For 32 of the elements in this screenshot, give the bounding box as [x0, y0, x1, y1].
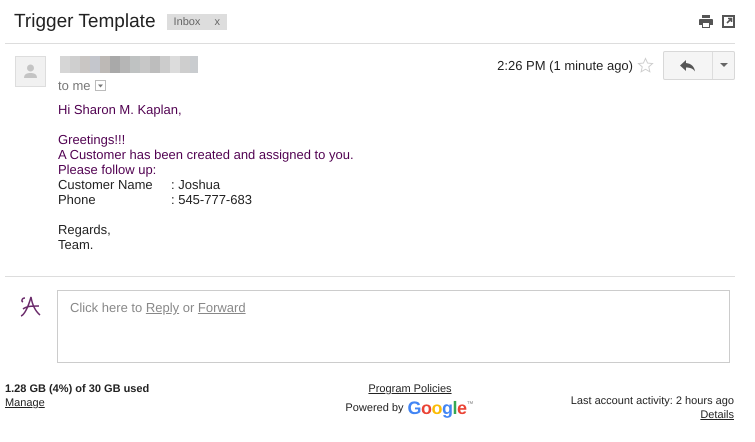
reply-field[interactable]: Click here to Reply or Forward — [57, 290, 730, 363]
reply-arrow-icon — [680, 60, 696, 72]
label-text: Inbox — [174, 16, 200, 28]
details-dropdown-icon[interactable] — [94, 80, 106, 91]
forward-link[interactable]: Forward — [198, 300, 246, 315]
message-time: 2:26 PM (1 minute ago) — [497, 58, 633, 73]
body-line: Please follow up: — [58, 162, 156, 177]
program-policies-link[interactable]: Program Policies — [368, 383, 452, 395]
caret-icon — [720, 63, 728, 68]
avatar-icon — [15, 56, 46, 87]
manage-link[interactable]: Manage — [5, 397, 45, 409]
reply-prompt: Click here to Reply or Forward — [70, 300, 246, 315]
new-window-icon[interactable] — [722, 15, 735, 28]
print-icon[interactable] — [699, 15, 713, 28]
account-activity: Last account activity: 2 hours ago — [570, 395, 734, 407]
star-icon[interactable] — [637, 57, 654, 74]
field-value: : 545-777-683 — [171, 192, 252, 207]
body-line: Team. — [58, 237, 94, 252]
recipient-text: to me — [58, 78, 91, 93]
body-line: Regards, — [58, 222, 111, 237]
body-line: Hi Sharon M. Kaplan, — [58, 102, 182, 117]
email-subject: Trigger Template — [14, 10, 156, 32]
details-link[interactable]: Details — [700, 409, 734, 421]
body-line: A Customer has been created and assigned to you. — [58, 147, 354, 162]
reply-link[interactable]: Reply — [146, 300, 180, 315]
storage-usage: 1.28 GB (4%) of 30 GB used — [5, 383, 150, 395]
field-label: Phone — [58, 192, 97, 207]
body-line: Greetings!!! — [58, 132, 126, 147]
field-value: : Joshua — [171, 177, 220, 192]
powered-by-text: Powered by — [345, 402, 404, 414]
field-label: Customer Name — [58, 177, 154, 192]
remove-label-button[interactable]: x — [214, 16, 220, 28]
